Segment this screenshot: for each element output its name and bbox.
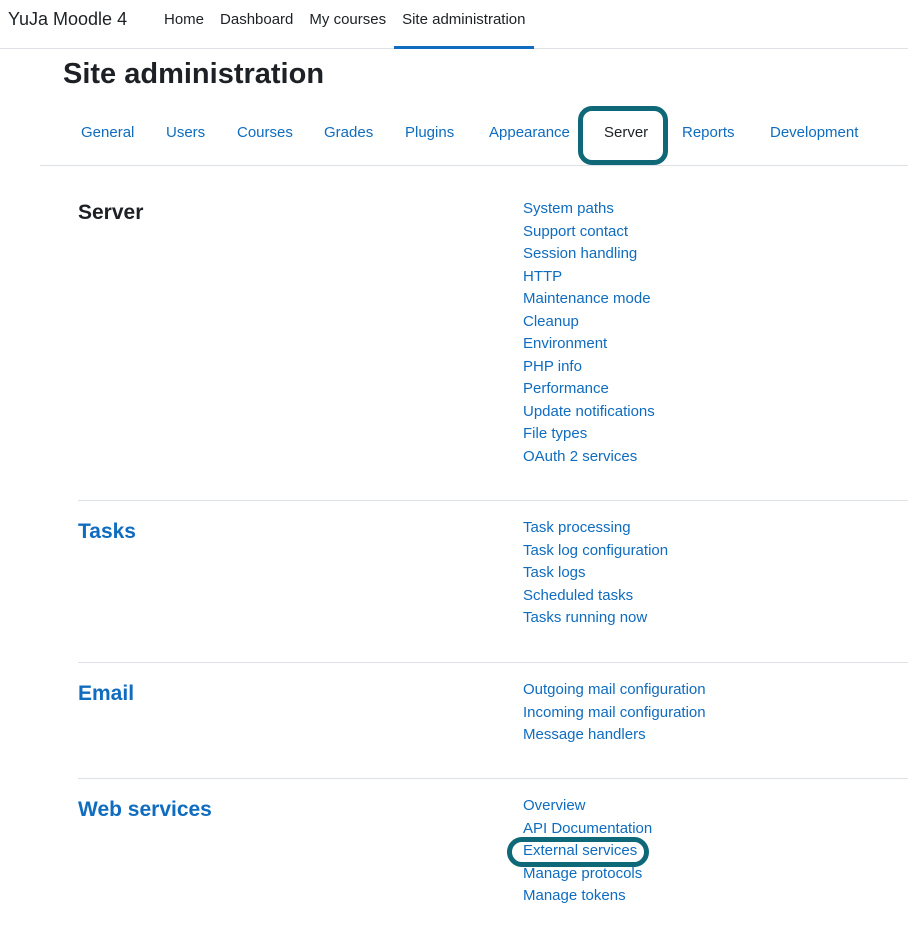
tab-appearance[interactable]: Appearance — [489, 124, 570, 141]
section-heading-web-services[interactable]: Web services — [78, 798, 212, 822]
secondary-navigation: General Users Courses Grades Plugins App… — [40, 108, 908, 166]
tab-plugins[interactable]: Plugins — [405, 124, 454, 141]
link-performance[interactable]: Performance — [523, 378, 655, 401]
link-oauth2-services[interactable]: OAuth 2 services — [523, 446, 655, 469]
tab-server[interactable]: Server — [604, 124, 648, 141]
link-message-handlers[interactable]: Message handlers — [523, 724, 706, 747]
link-maintenance-mode[interactable]: Maintenance mode — [523, 288, 655, 311]
nav-site-administration[interactable]: Site administration — [394, 0, 534, 49]
link-task-log-configuration[interactable]: Task log configuration — [523, 540, 668, 563]
section-heading-server: Server — [78, 201, 144, 224]
nav-dashboard[interactable]: Dashboard — [212, 0, 301, 49]
section-divider — [78, 662, 908, 663]
link-cleanup[interactable]: Cleanup — [523, 311, 655, 334]
tab-reports[interactable]: Reports — [682, 124, 735, 141]
tasks-links: Task processing Task log configuration T… — [523, 517, 668, 630]
link-task-processing[interactable]: Task processing — [523, 517, 668, 540]
link-scheduled-tasks[interactable]: Scheduled tasks — [523, 585, 668, 608]
link-php-info[interactable]: PHP info — [523, 356, 655, 379]
section-divider — [78, 778, 908, 779]
link-file-types[interactable]: File types — [523, 423, 655, 446]
link-session-handling[interactable]: Session handling — [523, 243, 655, 266]
link-http[interactable]: HTTP — [523, 266, 655, 289]
link-overview[interactable]: Overview — [523, 795, 652, 818]
email-links: Outgoing mail configuration Incoming mai… — [523, 679, 706, 747]
link-outgoing-mail-configuration[interactable]: Outgoing mail configuration — [523, 679, 706, 702]
tab-users[interactable]: Users — [166, 124, 205, 141]
primary-navigation: Home Dashboard My courses Site administr… — [156, 0, 534, 49]
link-environment[interactable]: Environment — [523, 333, 655, 356]
section-heading-tasks[interactable]: Tasks — [78, 520, 136, 544]
page-title: Site administration — [63, 58, 325, 90]
server-links: System paths Support contact Session han… — [523, 198, 655, 468]
link-support-contact[interactable]: Support contact — [523, 221, 655, 244]
site-brand[interactable]: YuJa Moodle 4 — [8, 9, 127, 30]
tab-general[interactable]: General — [81, 124, 134, 141]
link-manage-tokens[interactable]: Manage tokens — [523, 885, 652, 908]
section-heading-email[interactable]: Email — [78, 682, 134, 706]
top-navbar: YuJa Moodle 4 Home Dashboard My courses … — [0, 0, 908, 49]
nav-my-courses[interactable]: My courses — [301, 0, 394, 49]
external-services-highlight — [507, 837, 649, 867]
link-system-paths[interactable]: System paths — [523, 198, 655, 221]
tab-grades[interactable]: Grades — [324, 124, 373, 141]
link-tasks-running-now[interactable]: Tasks running now — [523, 607, 668, 630]
link-incoming-mail-configuration[interactable]: Incoming mail configuration — [523, 702, 706, 725]
link-task-logs[interactable]: Task logs — [523, 562, 668, 585]
link-update-notifications[interactable]: Update notifications — [523, 401, 655, 424]
section-divider — [78, 500, 908, 501]
tab-courses[interactable]: Courses — [237, 124, 293, 141]
tab-development[interactable]: Development — [770, 124, 858, 141]
nav-home[interactable]: Home — [156, 0, 212, 49]
